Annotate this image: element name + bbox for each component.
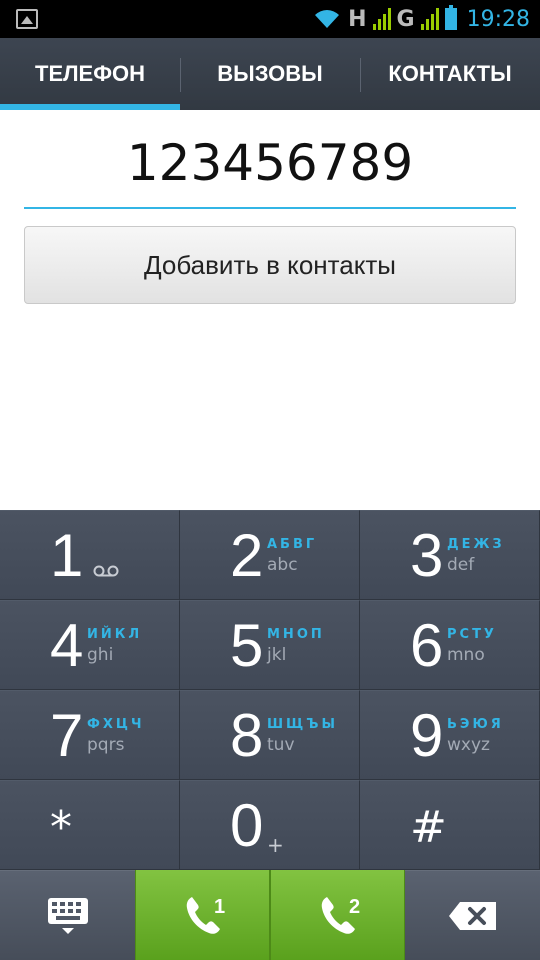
add-to-contacts-button[interactable]: Добавить в контакты xyxy=(24,226,516,304)
network-type-2: G xyxy=(396,6,415,32)
signal-sim1-icon xyxy=(372,8,391,30)
tab-calls[interactable]: ВЫЗОВЫ xyxy=(180,38,360,110)
key-8[interactable]: 8 ШЩЪЫ tuv xyxy=(180,690,360,780)
key-7[interactable]: 7 ФХЦЧ pqrs xyxy=(0,690,180,780)
call-sim2-button[interactable]: 2 xyxy=(270,870,405,960)
key-star[interactable]: * xyxy=(0,780,180,870)
key-9[interactable]: 9 ЬЭЮЯ wxyz xyxy=(360,690,540,780)
key-digit: 9 xyxy=(410,702,444,769)
key-letters-ru: ФХЦЧ xyxy=(87,717,145,732)
key-letters-ru: ШЩЪЫ xyxy=(267,717,338,732)
keyboard-toggle-button[interactable] xyxy=(0,870,135,960)
key-letters-en: mno xyxy=(447,645,485,665)
key-letters-ru: ДЕЖЗ xyxy=(447,537,505,552)
call-sim1-button[interactable]: 1 xyxy=(135,870,270,960)
key-digit: 7 xyxy=(50,702,84,769)
key-5[interactable]: 5 МНОП jkl xyxy=(180,600,360,690)
dial-keypad: 1 2 АБВГ abc 3 ДЕЖЗ def 4 ИЙКЛ ghi 5 МНО… xyxy=(0,510,540,870)
clock: 19:28 xyxy=(466,6,530,32)
key-digit: * xyxy=(50,802,72,853)
key-letters-en: pqrs xyxy=(87,735,125,755)
key-digit: 5 xyxy=(230,612,264,679)
number-underline xyxy=(24,207,516,209)
keyboard-toggle-icon xyxy=(47,897,88,934)
key-letters-en: def xyxy=(447,555,475,575)
key-letters-en: ghi xyxy=(87,645,114,665)
key-letters-ru: ЬЭЮЯ xyxy=(447,717,504,732)
key-digit: 3 xyxy=(410,522,444,589)
battery-icon xyxy=(444,5,457,30)
tab-bar: ТЕЛЕФОН ВЫЗОВЫ КОНТАКТЫ xyxy=(0,38,540,110)
voicemail-icon xyxy=(93,565,119,577)
key-letters-en: wxyz xyxy=(447,735,490,755)
key-letters-ru: ИЙКЛ xyxy=(87,627,143,642)
status-bar: H G 19:28 xyxy=(0,0,540,38)
key-letters-en: jkl xyxy=(267,645,287,665)
status-indicators: H G 19:28 xyxy=(312,0,530,38)
key-3[interactable]: 3 ДЕЖЗ def xyxy=(360,510,540,600)
tab-contacts[interactable]: КОНТАКТЫ xyxy=(360,38,540,110)
backspace-button[interactable] xyxy=(405,870,540,960)
key-4[interactable]: 4 ИЙКЛ ghi xyxy=(0,600,180,690)
signal-sim2-icon xyxy=(420,8,439,30)
key-digit: # xyxy=(410,802,447,853)
tab-phone[interactable]: ТЕЛЕФОН xyxy=(0,38,180,110)
key-letters-en: abc xyxy=(267,555,298,575)
key-digit: 6 xyxy=(410,612,444,679)
key-1[interactable]: 1 xyxy=(0,510,180,600)
key-digit: 8 xyxy=(230,702,264,769)
key-letters-ru: РСТУ xyxy=(447,627,497,642)
gallery-notification-icon xyxy=(16,9,38,29)
key-2[interactable]: 2 АБВГ abc xyxy=(180,510,360,600)
key-plus-label: + xyxy=(267,833,284,857)
dialer-action-bar: 1 2 xyxy=(0,870,540,960)
dialed-number[interactable]: 123456789 xyxy=(24,118,516,208)
network-type-1: H xyxy=(348,6,367,32)
key-digit: 1 xyxy=(50,522,84,589)
key-digit: 0 xyxy=(230,792,264,859)
sim1-label: 1 xyxy=(214,896,226,918)
key-digit: 2 xyxy=(230,522,264,589)
key-letters-en: tuv xyxy=(267,735,295,755)
key-letters-ru: МНОП xyxy=(267,627,325,642)
backspace-icon xyxy=(448,901,496,930)
key-digit: 4 xyxy=(50,612,84,679)
key-0[interactable]: 0 + xyxy=(180,780,360,870)
wifi-icon xyxy=(315,10,340,28)
key-hash[interactable]: # xyxy=(360,780,540,870)
key-letters-ru: АБВГ xyxy=(267,537,318,552)
sim2-label: 2 xyxy=(349,896,361,918)
key-6[interactable]: 6 РСТУ mno xyxy=(360,600,540,690)
